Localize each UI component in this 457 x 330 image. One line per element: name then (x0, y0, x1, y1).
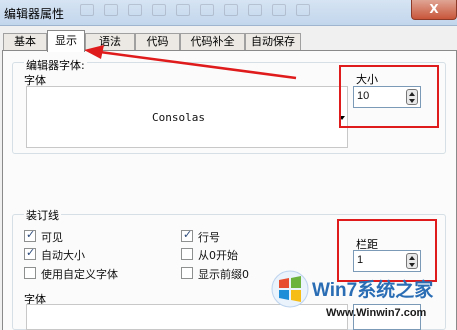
watermark: Win7系统之家 Www.Winwin7.com (270, 263, 457, 330)
watermark-url: Www.Winwin7.com (326, 307, 427, 319)
watermark-brand: Win7系统之家 (312, 280, 434, 301)
tab-display[interactable]: 显示 (47, 30, 85, 52)
windows-logo-icon (271, 270, 309, 308)
